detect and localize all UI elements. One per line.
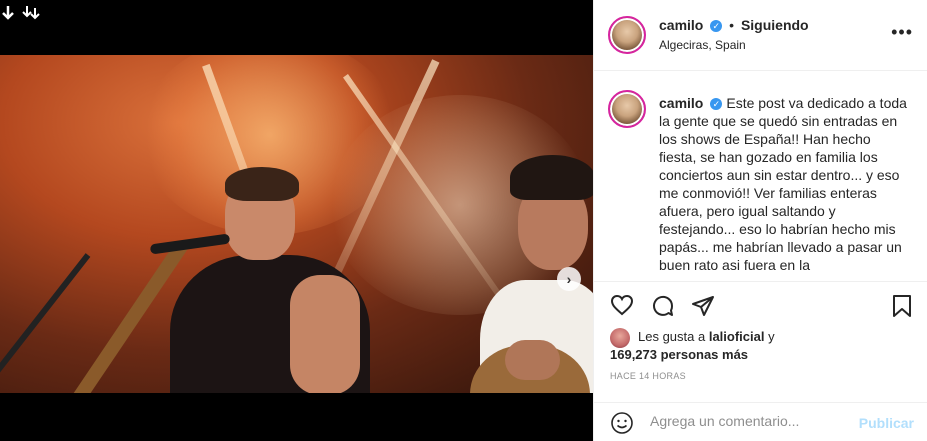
comment-bar: Publicar [594,402,927,441]
bookmark-icon[interactable] [891,294,913,323]
post-timestamp[interactable]: HACE 14 HORAS [610,371,686,381]
follow-status-button[interactable]: Siguiendo [741,17,809,33]
guitarist-hand [505,340,560,380]
post-header: camilo ✓ • Siguiendo Algeciras, Spain ••… [594,0,927,71]
comment-icon[interactable] [651,294,675,323]
caption-text: Este post va dedicado a toda la gente qu… [659,95,907,273]
liker-avatar[interactable] [610,328,630,348]
top-icons [0,4,40,24]
publish-button[interactable]: Publicar [859,415,914,431]
likes-line-1: Les gusta a lalioficial y [638,329,775,344]
caption-section: camilo ✓ Este post va dedicado a toda la g… [594,72,927,282]
heart-icon[interactable] [610,294,634,321]
location-link[interactable]: Algeciras, Spain [659,38,746,52]
instagram-post-viewer: › camilo ✓ • Siguiendo Algeciras, Spain … [0,0,927,441]
chevron-right-icon: › [566,271,572,287]
likes-prefix: Les gusta a [638,329,706,344]
comment-input[interactable] [650,413,850,429]
verified-badge-icon: ✓ [710,98,723,111]
header-username[interactable]: camilo [659,17,703,33]
header-separator: • [729,17,735,33]
media-pane: › [0,0,593,441]
likes-conjunction: y [768,329,775,344]
singer-arm [290,275,360,393]
mic-stand [0,253,91,393]
caption-username[interactable]: camilo [659,95,703,111]
header-line: camilo ✓ • Siguiendo [659,17,809,33]
double-arrow-down-icon[interactable] [22,4,40,24]
caption: camilo ✓ Este post va dedicado a toda la g… [659,94,907,274]
avatar[interactable] [608,16,646,54]
action-bar [594,282,927,324]
avatar[interactable] [608,90,646,128]
guitarist-hair [510,155,593,200]
post-photo[interactable]: › [0,55,593,393]
carousel-next-button[interactable]: › [557,267,581,291]
more-options-icon[interactable]: ••• [891,22,913,43]
likes-count[interactable]: 169,273 personas más [610,347,748,362]
arrow-down-icon[interactable] [0,4,16,24]
liker-username[interactable]: lalioficial [709,329,765,344]
emoji-icon[interactable] [610,411,634,440]
singer-hair [225,167,299,201]
post-sidebar: camilo ✓ • Siguiendo Algeciras, Spain ••… [593,0,927,441]
verified-badge-icon: ✓ [710,20,723,33]
share-icon[interactable] [691,294,715,323]
microphone [149,233,231,255]
